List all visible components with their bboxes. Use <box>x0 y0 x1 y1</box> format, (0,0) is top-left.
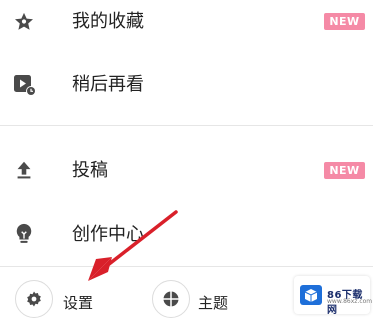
annotation-arrow <box>88 210 178 281</box>
